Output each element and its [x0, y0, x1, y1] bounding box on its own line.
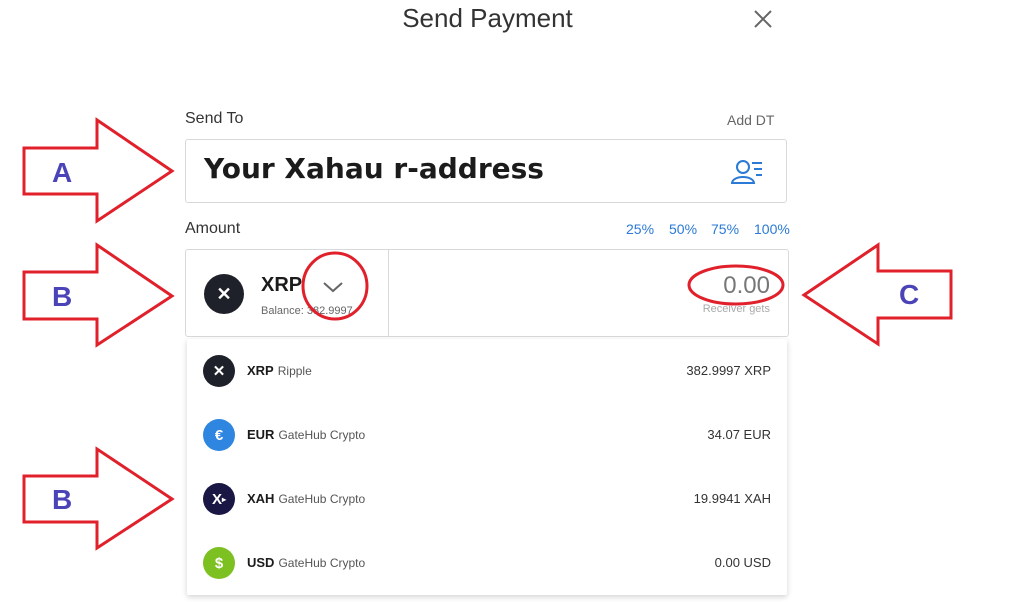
selected-currency-code: XRP: [261, 274, 303, 296]
currency-code: EUR: [247, 427, 275, 442]
currency-dropdown: ✕ XRP Ripple 382.9997 XRP € EUR GateHub Cr…: [187, 339, 787, 595]
annotation-arrow-a: [22, 117, 175, 224]
annotation-arrow-c: [801, 242, 953, 347]
currency-option-xah[interactable]: X ▸ XAH GateHub Crypto 19.9941 XAH: [187, 467, 787, 531]
send-to-field[interactable]: Your Xahau r-address: [185, 139, 787, 203]
currency-balance: 19.9941 XAH: [693, 491, 771, 506]
close-icon[interactable]: [752, 8, 774, 30]
currency-code: USD: [247, 555, 275, 570]
xrp-icon: ✕: [204, 274, 244, 314]
euro-icon: €: [203, 419, 235, 451]
annotation-label-a: A: [52, 157, 72, 188]
contacts-icon[interactable]: [730, 158, 764, 186]
annotation-label-b-bottom: B: [52, 484, 72, 515]
currency-issuer: GateHub Crypto: [278, 556, 366, 570]
percent-100-button[interactable]: 100%: [754, 221, 790, 237]
receiver-gets-label: Receiver gets: [702, 303, 770, 315]
percent-75-button[interactable]: 75%: [711, 221, 739, 237]
currency-selector[interactable]: ✕ XRP Balance: 382.9997: [186, 250, 388, 336]
percent-25-button[interactable]: 25%: [626, 221, 654, 237]
currency-balance: Balance: 382.9997: [261, 305, 353, 317]
annotation-arrow-b-bottom: [22, 446, 175, 551]
amount-divider: [388, 250, 389, 336]
currency-code: XAH: [247, 491, 275, 506]
currency-issuer: Ripple: [277, 364, 312, 378]
dialog-title: Send Payment: [402, 3, 573, 33]
amount-input-value[interactable]: 0.00: [723, 272, 770, 300]
xrp-icon: ✕: [203, 355, 235, 387]
currency-balance: 382.9997 XRP: [686, 363, 771, 378]
annotation-arrow-b-top: [22, 242, 175, 348]
percent-50-button[interactable]: 50%: [669, 221, 697, 237]
currency-option-eur[interactable]: € EUR GateHub Crypto 34.07 EUR: [187, 403, 787, 467]
currency-balance: 34.07 EUR: [707, 427, 771, 442]
xah-icon: X ▸: [203, 483, 235, 515]
currency-code: XRP: [247, 363, 274, 378]
annotation-label-b-top: B: [52, 281, 72, 312]
currency-option-xrp[interactable]: ✕ XRP Ripple 382.9997 XRP: [187, 339, 787, 403]
currency-option-usd[interactable]: $ USD GateHub Crypto 0.00 USD: [187, 531, 787, 595]
currency-balance: 0.00 USD: [714, 555, 771, 570]
chevron-down-icon[interactable]: [322, 280, 344, 294]
add-dt-link[interactable]: Add DT: [727, 112, 774, 128]
annotation-label-c: C: [899, 279, 919, 310]
address-input-value[interactable]: Your Xahau r-address: [204, 152, 544, 185]
currency-issuer: GateHub Crypto: [278, 492, 366, 506]
amount-label: Amount: [185, 220, 241, 237]
dollar-icon: $: [203, 547, 235, 579]
currency-issuer: GateHub Crypto: [278, 428, 366, 442]
send-to-label: Send To: [185, 110, 244, 127]
amount-field: ✕ XRP Balance: 382.9997 0.00 Receiver ge…: [185, 249, 789, 337]
